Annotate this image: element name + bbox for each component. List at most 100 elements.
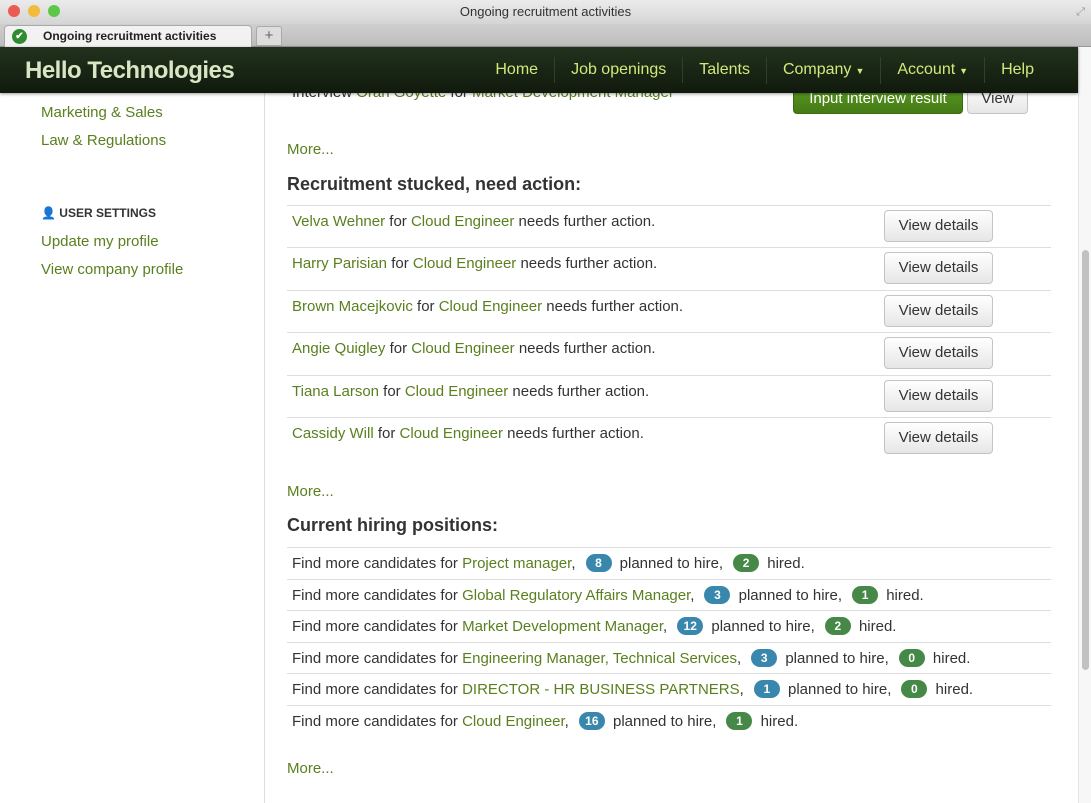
- text: for: [373, 425, 400, 442]
- scrollbar-thumb[interactable]: [1082, 250, 1089, 670]
- text: hired.: [763, 555, 805, 572]
- nav-item-account[interactable]: Account ▼: [880, 56, 984, 84]
- close-window-button[interactable]: [8, 5, 20, 17]
- text: hired.: [854, 618, 897, 636]
- check-icon: ✔: [12, 29, 27, 44]
- planned-badge: 16: [578, 712, 605, 730]
- stucked-heading: Recruitment stucked, need action:: [287, 174, 582, 194]
- nav-label: Account: [897, 60, 956, 78]
- fullscreen-icon[interactable]: ⤢: [1076, 0, 1085, 24]
- stucked-row: Cassidy Will for Cloud Engineer needs fu…: [287, 417, 1051, 459]
- nav-item-home[interactable]: Home: [479, 57, 554, 83]
- text: planned to hire,: [615, 555, 724, 572]
- text: Find more candidates for: [292, 586, 463, 604]
- nav-menu: Home Job openings Talents Company ▼ Account ▼ H…: [479, 47, 1050, 93]
- hired-badge: 1: [852, 585, 879, 604]
- text: planned to hire,: [707, 618, 815, 636]
- view-details-button[interactable]: View details: [884, 422, 993, 454]
- more-link[interactable]: More...: [287, 483, 334, 500]
- text: needs further action.: [516, 255, 658, 273]
- position-link[interactable]: Cloud Engineer: [405, 383, 508, 400]
- window-title: Ongoing recruitment activities: [459, 4, 632, 19]
- hired-badge: 1: [726, 712, 753, 730]
- text: needs further action.: [514, 213, 656, 230]
- scrollbar[interactable]: [1078, 47, 1091, 803]
- stucked-row: Angie Quigley for Cloud Engineer needs f…: [287, 332, 1051, 374]
- hired-badge: 0: [898, 648, 925, 667]
- stucked-row: Brown Macejkovic for Cloud Engineer need…: [287, 289, 1051, 332]
- view-details-button[interactable]: View details: [884, 337, 993, 370]
- text: planned to hire,: [608, 713, 717, 730]
- text: hired.: [882, 586, 924, 604]
- text: hired.: [756, 713, 799, 730]
- text: planned to hire,: [734, 586, 843, 604]
- candidate-link[interactable]: Tiana Larson: [292, 383, 379, 400]
- more-link[interactable]: More...: [287, 141, 334, 158]
- text: for: [385, 213, 411, 230]
- brand-logo[interactable]: Hello Technologies: [25, 57, 235, 85]
- position-link[interactable]: Cloud Engineer: [462, 713, 565, 730]
- text: hired.: [928, 649, 971, 667]
- position-link[interactable]: Cloud Engineer: [411, 340, 514, 357]
- sidebar-category[interactable]: Marketing & Sales: [41, 104, 163, 121]
- hired-badge: 0: [901, 680, 928, 699]
- heading-text: USER SETTINGS: [59, 206, 156, 220]
- browser-tab[interactable]: ✔ Ongoing recruitment activities: [4, 25, 252, 47]
- more-link[interactable]: More...: [287, 760, 334, 777]
- stucked-row: Harry Parisian for Cloud Engineer needs …: [287, 247, 1051, 289]
- sidebar-category[interactable]: Law & Regulations: [41, 132, 166, 149]
- nav-item-company[interactable]: Company ▼: [765, 56, 880, 84]
- text: for: [379, 382, 405, 400]
- candidate-link[interactable]: Harry Parisian: [292, 255, 387, 272]
- text: Find more candidates for: [292, 681, 463, 699]
- text: hired.: [931, 681, 974, 699]
- view-details-button[interactable]: View details: [884, 294, 993, 327]
- tab-title: Ongoing recruitment activities: [43, 29, 217, 43]
- nav-label: Talents: [699, 61, 750, 78]
- nav-item-job-openings[interactable]: Job openings: [554, 57, 682, 83]
- position-link[interactable]: Cloud Engineer: [411, 213, 514, 230]
- position-link[interactable]: Global Regulatory Affairs Manager: [462, 587, 690, 604]
- zoom-window-button[interactable]: [48, 5, 60, 17]
- nav-item-talents[interactable]: Talents: [682, 57, 766, 83]
- sidebar: Marketing & Sales Law & Regulations 👤 US…: [0, 93, 265, 803]
- candidate-link[interactable]: Angie Quigley: [292, 340, 385, 357]
- text: Find more candidates for: [292, 649, 463, 667]
- hired-badge: 2: [733, 554, 760, 572]
- nav-item-help[interactable]: Help: [984, 57, 1050, 83]
- view-details-button[interactable]: View details: [884, 252, 993, 285]
- position-link[interactable]: Engineering Manager, Technical Services: [462, 650, 737, 667]
- planned-badge: 3: [704, 585, 731, 604]
- hiring-row: Find more candidates for Market Developm…: [287, 610, 1051, 642]
- text: for: [387, 255, 413, 273]
- new-tab-button[interactable]: +: [256, 26, 282, 46]
- position-link[interactable]: Cloud Engineer: [413, 255, 516, 272]
- nav-label: Job openings: [571, 61, 667, 78]
- view-company-profile-link[interactable]: View company profile: [41, 261, 183, 278]
- position-link[interactable]: Cloud Engineer: [439, 298, 542, 315]
- planned-badge: 8: [585, 554, 612, 572]
- position-link[interactable]: Project manager: [462, 555, 571, 572]
- candidate-link[interactable]: Velva Wehner: [292, 213, 385, 230]
- text: needs further action.: [542, 297, 684, 315]
- candidate-link[interactable]: Cassidy Will: [292, 425, 374, 442]
- update-profile-link[interactable]: Update my profile: [41, 233, 159, 250]
- hiring-row: Find more candidates for Project manager…: [287, 547, 1051, 579]
- position-link[interactable]: Market Development Manager: [462, 618, 663, 635]
- planned-badge: 1: [753, 680, 780, 699]
- view-details-button[interactable]: View details: [884, 210, 993, 242]
- view-details-button[interactable]: View details: [884, 379, 993, 412]
- stucked-row: Velva Wehner for Cloud Engineer needs fu…: [287, 205, 1051, 247]
- text: Find more candidates for: [292, 618, 463, 636]
- hiring-row: Find more candidates for DIRECTOR - HR B…: [287, 673, 1051, 705]
- position-link[interactable]: Cloud Engineer: [400, 425, 503, 442]
- position-link[interactable]: DIRECTOR - HR BUSINESS PARTNERS: [462, 681, 740, 698]
- candidate-link[interactable]: Brown Macejkovic: [292, 298, 413, 315]
- stucked-row: Tiana Larson for Cloud Engineer needs fu…: [287, 374, 1051, 417]
- nav-label: Company: [782, 60, 852, 78]
- hiring-row: Find more candidates for Engineering Man…: [287, 641, 1051, 674]
- text: needs further action.: [508, 382, 650, 400]
- minimize-window-button[interactable]: [28, 5, 40, 17]
- planned-badge: 3: [751, 648, 778, 667]
- caret-down-icon: ▼: [855, 65, 865, 76]
